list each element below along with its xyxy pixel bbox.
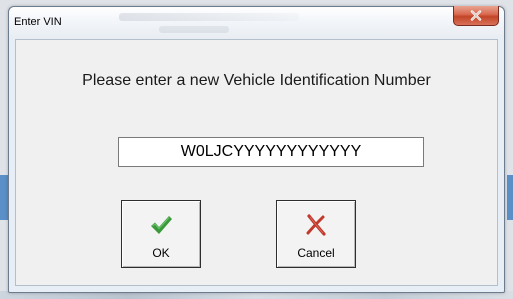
dialog-body: Please enter a new Vehicle Identificatio… xyxy=(15,39,498,286)
ok-button-label: OK xyxy=(152,246,170,260)
ok-button[interactable]: OK xyxy=(121,200,201,268)
cancel-button-label: Cancel xyxy=(297,246,335,260)
enter-vin-dialog: Enter VIN Please enter a new Vehicle Ide… xyxy=(8,6,505,293)
background-window-left xyxy=(0,175,8,220)
title-bar-background-blur xyxy=(119,13,299,21)
title-bar-background-blur-2 xyxy=(159,26,229,33)
title-bar[interactable]: Enter VIN xyxy=(9,6,504,39)
window-title: Enter VIN xyxy=(14,16,62,28)
prompt-text: Please enter a new Vehicle Identificatio… xyxy=(82,72,431,89)
background-window-right xyxy=(507,175,513,220)
close-button[interactable] xyxy=(453,6,499,26)
cancel-button[interactable]: Cancel xyxy=(276,200,356,268)
red-x-icon xyxy=(306,214,326,236)
vin-input[interactable] xyxy=(118,137,424,167)
green-checkmark-icon xyxy=(151,216,172,234)
close-x-icon xyxy=(470,10,482,21)
